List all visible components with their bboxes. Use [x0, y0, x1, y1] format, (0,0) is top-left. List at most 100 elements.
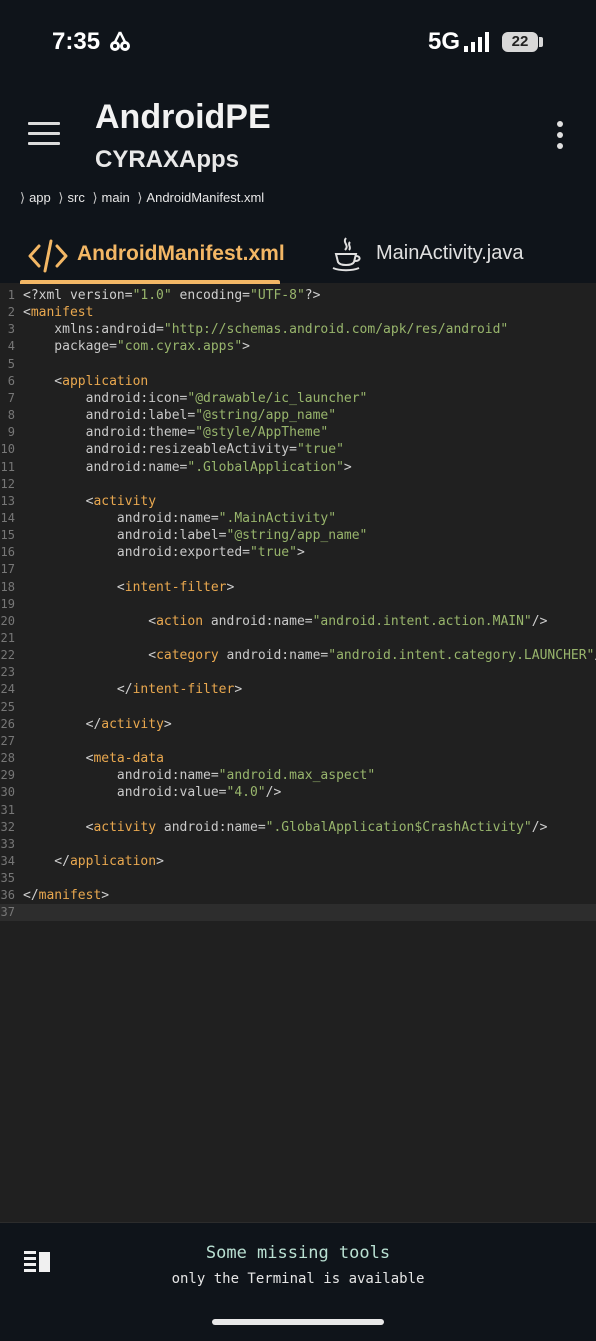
more-vertical-icon[interactable]: [552, 121, 568, 151]
breadcrumb-item-src[interactable]: src: [67, 190, 84, 205]
code-text: <manifest: [23, 305, 94, 321]
code-line[interactable]: 6 <application: [0, 373, 596, 390]
breadcrumb-chevron-icon: ⟩: [20, 190, 26, 205]
code-line[interactable]: 14 android:name=".MainActivity": [0, 510, 596, 527]
code-text: </application>: [23, 853, 164, 869]
code-text: <intent-filter>: [23, 579, 235, 595]
code-text: </manifest>: [23, 888, 110, 904]
hamburger-menu-icon[interactable]: [28, 122, 60, 146]
code-line[interactable]: 15 android:label="@string/app_name": [0, 527, 596, 544]
code-line[interactable]: 30 android:value="4.0"/>: [0, 784, 596, 801]
line-number: 25: [0, 699, 15, 714]
tab-android-manifest[interactable]: AndroidManifest.xml: [20, 232, 285, 280]
code-line[interactable]: 21: [0, 630, 596, 647]
code-line[interactable]: 37: [0, 904, 596, 922]
code-line[interactable]: 7 android:icon="@drawable/ic_launcher": [0, 390, 596, 407]
code-line[interactable]: 13 <activity: [0, 493, 596, 510]
code-text: <action android:name="android.intent.act…: [23, 613, 548, 629]
code-line[interactable]: 23: [0, 664, 596, 681]
breadcrumb-item-app[interactable]: app: [29, 190, 51, 205]
line-number: 19: [0, 596, 15, 611]
line-number: 35: [0, 871, 15, 886]
code-line[interactable]: 18 <intent-filter>: [0, 579, 596, 596]
code-text: </intent-filter>: [23, 682, 243, 698]
line-number: 29: [0, 768, 15, 783]
code-line[interactable]: 17: [0, 561, 596, 578]
line-number: 14: [0, 510, 15, 525]
code-line[interactable]: 3 xmlns:android="http://schemas.android.…: [0, 321, 596, 338]
line-number: 11: [0, 459, 15, 474]
code-line[interactable]: 8 android:label="@string/app_name": [0, 407, 596, 424]
code-editor[interactable]: 1 <?xml version="1.0" encoding="UTF-8"?> 2…: [0, 285, 596, 1223]
code-text: android:name="android.max_aspect": [23, 768, 376, 784]
line-number: 22: [0, 648, 15, 663]
code-line[interactable]: 25: [0, 699, 596, 716]
missing-tools-title: Some missing tools: [205, 1243, 391, 1263]
code-line[interactable]: 20 <action android:name="android.intent.…: [0, 613, 596, 630]
code-line[interactable]: 5: [0, 356, 596, 373]
line-number: 34: [0, 853, 15, 868]
code-line[interactable]: 11 android:name=".GlobalApplication">: [0, 459, 596, 476]
line-number: 17: [0, 562, 15, 577]
code-text: </activity>: [23, 716, 172, 732]
code-line[interactable]: 34 </application>: [0, 853, 596, 870]
code-line[interactable]: 9 android:theme="@style/AppTheme": [0, 424, 596, 441]
code-text: <meta-data: [23, 751, 164, 767]
line-number: 10: [0, 442, 15, 457]
code-line[interactable]: 27: [0, 733, 596, 750]
line-number: 2: [7, 305, 15, 320]
code-line[interactable]: 35: [0, 870, 596, 887]
java-icon: [330, 236, 362, 279]
code-line[interactable]: 33: [0, 836, 596, 853]
code-line[interactable]: 16 android:exported="true">: [0, 544, 596, 561]
home-indicator[interactable]: [212, 1319, 384, 1325]
breadcrumb-chevron-icon: ⟩: [92, 190, 98, 205]
code-line[interactable]: 24 </intent-filter>: [0, 681, 596, 698]
line-number: 37: [0, 905, 15, 920]
code-line[interactable]: 1 <?xml version="1.0" encoding="UTF-8"?>: [0, 287, 596, 304]
code-line[interactable]: 26 </activity>: [0, 716, 596, 733]
line-number: 21: [0, 631, 15, 645]
line-number: 24: [0, 682, 15, 697]
breadcrumb-chevron-icon: ⟩: [58, 190, 64, 205]
breadcrumb-item-file[interactable]: AndroidManifest.xml: [146, 190, 264, 205]
code-line[interactable]: 28 <meta-data: [0, 750, 596, 767]
code-text: <activity: [23, 493, 157, 509]
code-line[interactable]: 32 <activity android:name=".GlobalApplic…: [0, 819, 596, 836]
tab-label: AndroidManifest.xml: [77, 242, 285, 265]
line-number: 15: [0, 528, 15, 543]
breadcrumb-chevron-icon: ⟩: [137, 190, 143, 205]
line-number: 18: [0, 579, 15, 594]
code-text: package="com.cyrax.apps">: [23, 339, 250, 355]
status-time: 7:35: [52, 28, 101, 55]
code-line[interactable]: 36 </manifest>: [0, 887, 596, 904]
code-line[interactable]: 31: [0, 802, 596, 819]
line-number: 8: [7, 408, 15, 423]
app-title: AndroidPE: [95, 98, 271, 136]
breadcrumb-item-main[interactable]: main: [102, 190, 130, 205]
line-number: 12: [0, 476, 15, 491]
line-number: 26: [0, 716, 15, 731]
app-bar: 7:35 5G 22 AndroidPE CYRAXApps ⟩ app ⟩ src…: [0, 0, 596, 284]
code-line[interactable]: 10 android:resizeableActivity="true": [0, 441, 596, 458]
code-line[interactable]: 22 <category android:name="android.inten…: [0, 647, 596, 664]
line-number: 27: [0, 733, 15, 748]
code-line[interactable]: 2 <manifest: [0, 304, 596, 321]
tab-label: MainActivity.java: [376, 242, 524, 264]
code-line[interactable]: 29 android:name="android.max_aspect": [0, 767, 596, 784]
line-number: 30: [0, 785, 15, 800]
line-number: 13: [0, 493, 15, 508]
code-text: xmlns:android="http://schemas.android.co…: [23, 322, 509, 338]
code-text: <?xml version="1.0" encoding="UTF-8"?>: [23, 288, 321, 303]
line-number: 7: [7, 390, 15, 405]
tab-main-activity[interactable]: MainActivity.java: [330, 232, 580, 280]
code-text: android:label="@string/app_name": [23, 528, 368, 544]
code-line[interactable]: 19: [0, 596, 596, 613]
code-line[interactable]: 4 package="com.cyrax.apps">: [0, 338, 596, 355]
code-text: android:resizeableActivity="true": [23, 442, 344, 458]
code-text: android:name=".MainActivity": [23, 510, 337, 526]
code-text: android:icon="@drawable/ic_launcher": [23, 390, 368, 406]
line-number: 20: [0, 613, 15, 628]
signal-icon: [464, 32, 492, 57]
code-line[interactable]: 12: [0, 476, 596, 493]
